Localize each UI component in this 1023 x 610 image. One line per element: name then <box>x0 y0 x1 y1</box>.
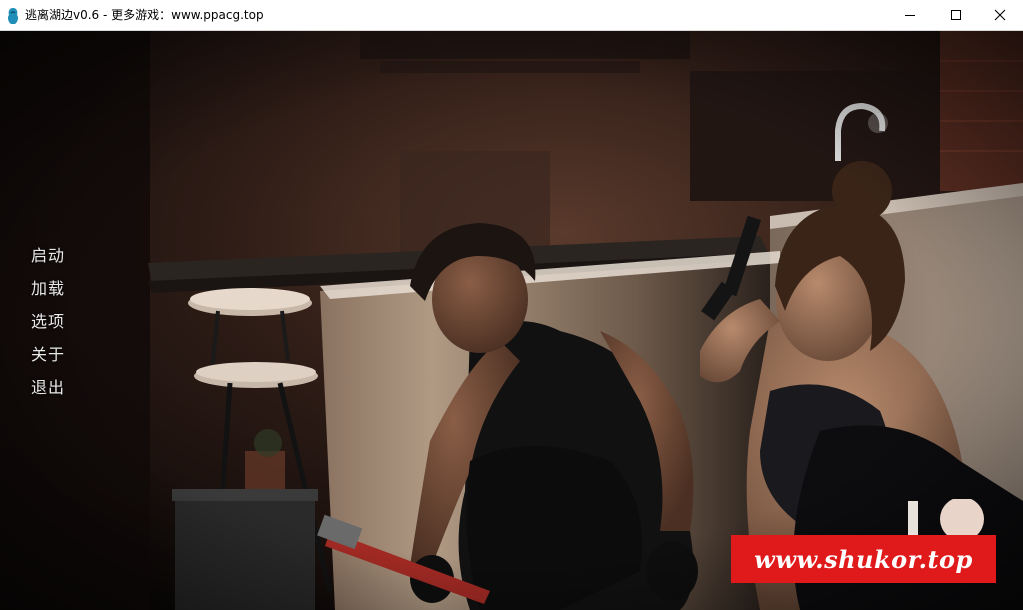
menu-options-button[interactable]: 选项 <box>31 312 65 345</box>
watermark-text: www.shukor.top <box>754 544 973 574</box>
window-title: 逃离湖边v0.6 - 更多游戏：www.ppacg.top <box>25 8 264 22</box>
close-button[interactable] <box>977 0 1023 30</box>
maximize-button[interactable] <box>933 0 979 30</box>
kitchen-scene-illustration <box>0 31 1023 610</box>
menu-quit-button[interactable]: 退出 <box>31 378 65 411</box>
window-titlebar[interactable]: 逃离湖边v0.6 - 更多游戏：www.ppacg.top <box>0 0 1023 31</box>
minimize-icon <box>905 15 915 16</box>
studio-logo-icon <box>908 499 984 537</box>
game-background-scene <box>0 31 1023 610</box>
maximize-icon <box>951 10 961 20</box>
watermark-banner: www.shukor.top <box>731 535 996 583</box>
minimize-button[interactable] <box>887 0 933 30</box>
game-app-icon <box>7 8 19 24</box>
main-menu: 启动 加载 选项 关于 退出 <box>31 246 65 411</box>
menu-start-button[interactable]: 启动 <box>31 246 65 279</box>
menu-about-button[interactable]: 关于 <box>31 345 65 378</box>
close-icon <box>994 9 1006 21</box>
menu-load-button[interactable]: 加载 <box>31 279 65 312</box>
